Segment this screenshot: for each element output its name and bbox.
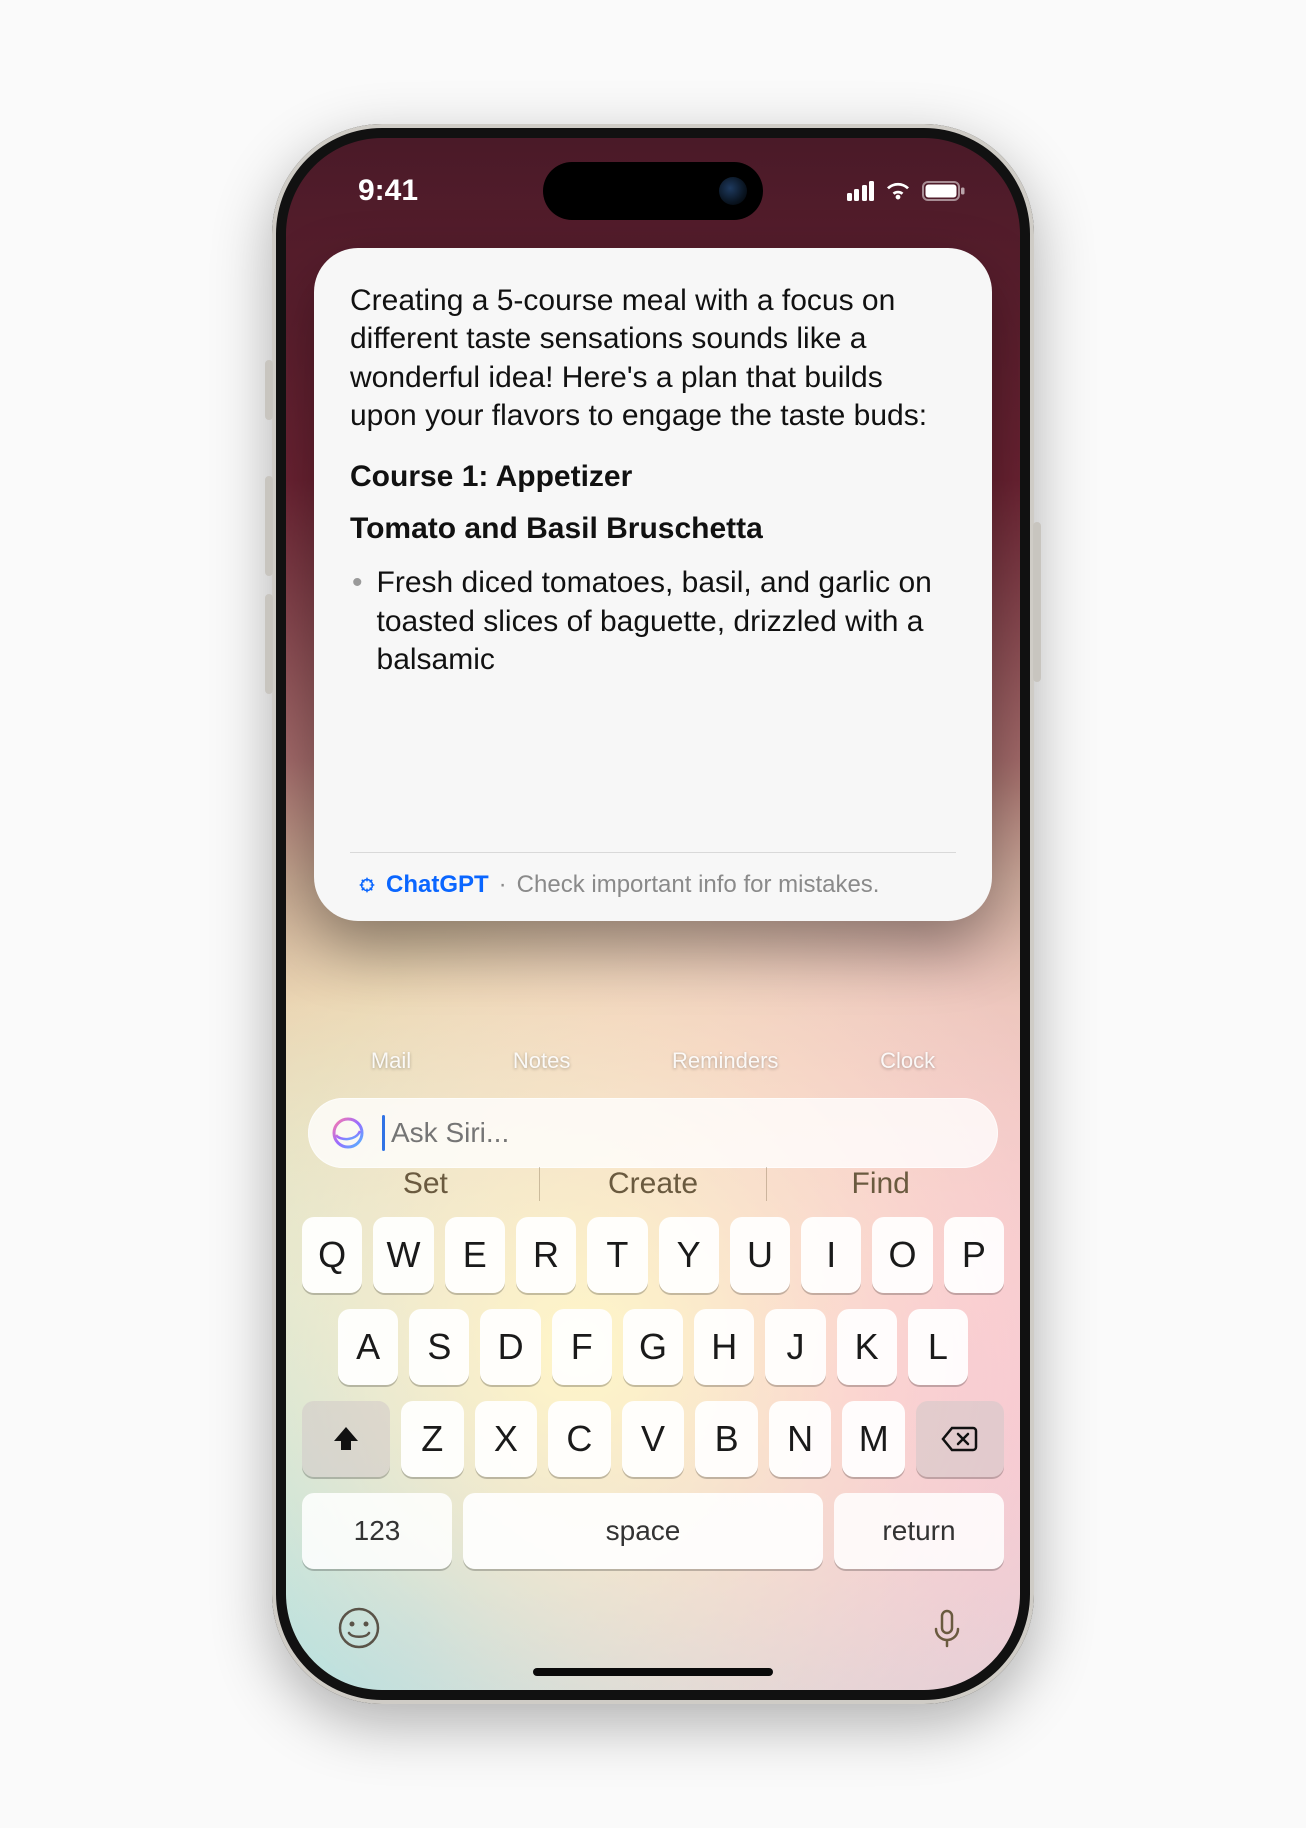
key-return[interactable]: return (834, 1493, 1004, 1569)
key-backspace[interactable] (916, 1401, 1004, 1477)
app-label-clock: Clock (880, 1048, 935, 1074)
phone-frame: 9:41 Creating a 5-course meal with a foc… (272, 124, 1034, 1704)
keyboard-bottom-row (296, 1585, 1010, 1656)
key-d[interactable]: D (480, 1309, 540, 1385)
suggestion-create[interactable]: Create (540, 1167, 767, 1201)
key-row-4: 123 space return (296, 1493, 1010, 1569)
key-k[interactable]: K (837, 1309, 897, 1385)
home-screen-app-labels: Mail Notes Reminders Clock (286, 1048, 1020, 1074)
emoji-icon (336, 1605, 382, 1651)
keyboard: Set Create Find Q W E R T Y U I O P A S (286, 1145, 1020, 1690)
footer-separator: · (499, 871, 507, 899)
key-row-2: A S D F G H J K L (296, 1309, 1010, 1385)
key-c[interactable]: C (548, 1401, 611, 1477)
key-t[interactable]: T (587, 1217, 647, 1293)
key-space[interactable]: space (463, 1493, 823, 1569)
key-w[interactable]: W (373, 1217, 433, 1293)
dictation-button[interactable] (924, 1605, 970, 1656)
key-shift[interactable] (302, 1401, 390, 1477)
volume-up-button[interactable] (265, 476, 273, 576)
source-label: ChatGPT (386, 871, 489, 899)
key-s[interactable]: S (409, 1309, 469, 1385)
home-indicator[interactable] (533, 1668, 773, 1676)
key-r[interactable]: R (516, 1217, 576, 1293)
suggestion-find[interactable]: Find (767, 1167, 994, 1201)
shift-icon (330, 1423, 362, 1455)
chatgpt-icon (356, 874, 378, 896)
key-o[interactable]: O (872, 1217, 932, 1293)
battery-icon (922, 180, 966, 202)
wifi-icon (884, 180, 912, 202)
key-p[interactable]: P (944, 1217, 1004, 1293)
emoji-button[interactable] (336, 1605, 382, 1656)
key-row-3: Z X C V B N M (296, 1401, 1010, 1477)
app-label-notes: Notes (513, 1048, 570, 1074)
siri-response-card[interactable]: Creating a 5-course meal with a focus on… (314, 248, 992, 921)
screen: 9:41 Creating a 5-course meal with a foc… (286, 138, 1020, 1690)
disclaimer-text: Check important info for mistakes. (517, 871, 880, 899)
key-i[interactable]: I (801, 1217, 861, 1293)
course-heading: Course 1: Appetizer (350, 458, 956, 496)
suggestion-set[interactable]: Set (312, 1167, 539, 1201)
key-row-1: Q W E R T Y U I O P (296, 1217, 1010, 1293)
key-y[interactable]: Y (659, 1217, 719, 1293)
dish-heading: Tomato and Basil Bruschetta (350, 510, 956, 548)
front-camera (719, 177, 747, 205)
key-l[interactable]: L (908, 1309, 968, 1385)
bullet-dot-icon: • (352, 564, 363, 679)
key-q[interactable]: Q (302, 1217, 362, 1293)
source-chatgpt[interactable]: ChatGPT (356, 871, 489, 899)
app-label-mail: Mail (371, 1048, 411, 1074)
microphone-icon (924, 1605, 970, 1651)
response-body: Creating a 5-course meal with a focus on… (350, 282, 956, 852)
key-x[interactable]: X (475, 1401, 538, 1477)
key-b[interactable]: B (695, 1401, 758, 1477)
backspace-icon (940, 1423, 980, 1455)
key-e[interactable]: E (445, 1217, 505, 1293)
cellular-signal-icon (847, 181, 875, 201)
key-j[interactable]: J (765, 1309, 825, 1385)
key-h[interactable]: H (694, 1309, 754, 1385)
response-intro: Creating a 5-course meal with a focus on… (350, 282, 956, 436)
status-time: 9:41 (358, 174, 418, 208)
bullet-text: Fresh diced tomatoes, basil, and garlic … (377, 564, 956, 679)
key-n[interactable]: N (769, 1401, 832, 1477)
response-footer: ChatGPT · Check important info for mista… (350, 852, 956, 921)
key-a[interactable]: A (338, 1309, 398, 1385)
key-g[interactable]: G (623, 1309, 683, 1385)
key-v[interactable]: V (622, 1401, 685, 1477)
key-u[interactable]: U (730, 1217, 790, 1293)
key-z[interactable]: Z (401, 1401, 464, 1477)
key-f[interactable]: F (552, 1309, 612, 1385)
app-label-reminders: Reminders (672, 1048, 778, 1074)
volume-down-button[interactable] (265, 594, 273, 694)
power-button[interactable] (1033, 522, 1041, 682)
key-numbers[interactable]: 123 (302, 1493, 452, 1569)
bullet-item: • Fresh diced tomatoes, basil, and garli… (350, 564, 956, 679)
suggestion-bar: Set Create Find (312, 1167, 994, 1201)
key-m[interactable]: M (842, 1401, 905, 1477)
action-button[interactable] (265, 360, 273, 420)
dynamic-island[interactable] (543, 162, 763, 220)
